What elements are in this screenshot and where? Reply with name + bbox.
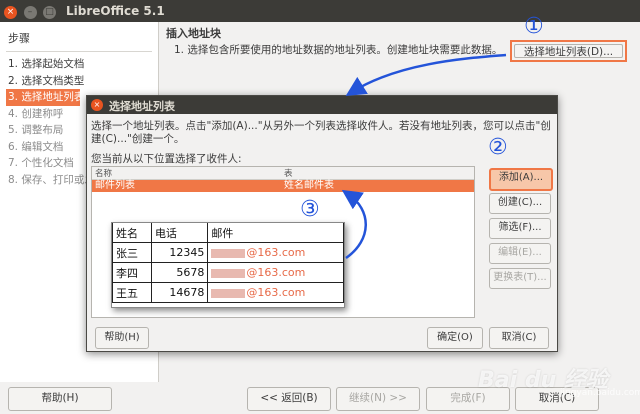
annotation-arrows	[341, 53, 507, 260]
annotation-number-1: ①	[524, 14, 544, 39]
arrow-3-icon	[341, 189, 367, 260]
arrow-1-icon	[345, 53, 507, 96]
watermark-url: jingyan.baidu.com	[560, 388, 640, 398]
annotation-number-2: ②	[488, 135, 508, 160]
help-button[interactable]: 帮助(H)	[8, 387, 112, 411]
back-button[interactable]: << 返回(B)	[247, 387, 331, 411]
next-button[interactable]: 继续(N) >>	[336, 387, 420, 411]
annotation-number-3: ③	[300, 197, 320, 222]
